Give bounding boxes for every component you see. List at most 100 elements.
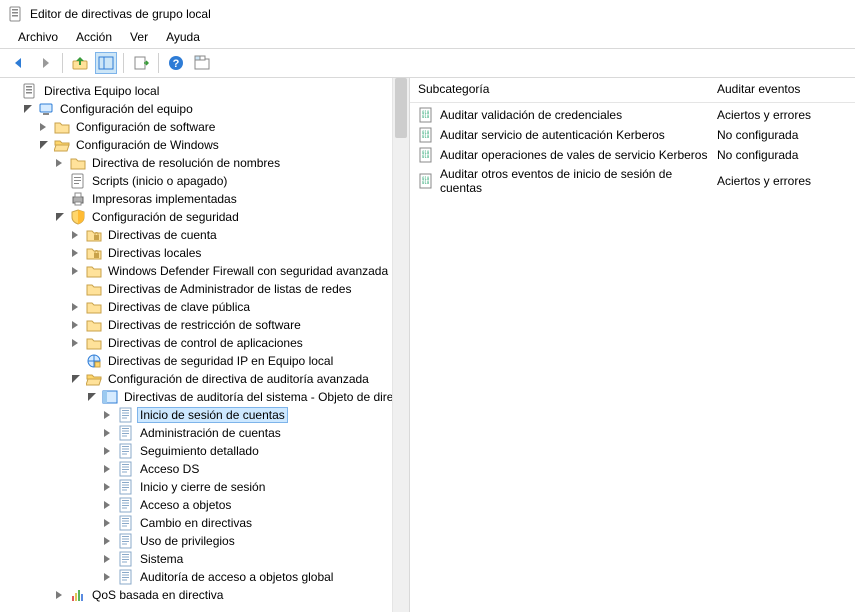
app-icon	[8, 6, 24, 22]
expand-icon[interactable]	[102, 535, 114, 547]
tree-item[interactable]: Directivas de control de aplicaciones	[106, 336, 305, 350]
sheet-icon	[118, 551, 134, 567]
tree-item[interactable]: Sistema	[138, 552, 185, 566]
folder-open-icon	[86, 371, 102, 387]
collapse-icon[interactable]	[86, 391, 98, 403]
back-button[interactable]	[8, 52, 30, 74]
folder-icon	[86, 317, 102, 333]
sheet-icon	[118, 515, 134, 531]
list-item[interactable]: Auditar validación de credenciales Acier…	[418, 105, 847, 125]
tree-item[interactable]: Seguimiento detallado	[138, 444, 261, 458]
tree-item[interactable]: Directiva de resolución de nombres	[90, 156, 282, 170]
expand-icon[interactable]	[102, 409, 114, 421]
tree-item[interactable]: QoS basada en directiva	[90, 588, 225, 602]
expand-icon[interactable]	[102, 481, 114, 493]
menu-ayuda[interactable]: Ayuda	[158, 28, 208, 46]
collapse-icon[interactable]	[54, 211, 66, 223]
column-audit-events[interactable]: Auditar eventos	[717, 82, 847, 96]
forward-button[interactable]	[34, 52, 56, 74]
details-pane: Subcategoría Auditar eventos Auditar val…	[410, 78, 855, 612]
expand-icon[interactable]	[70, 301, 82, 313]
help-button[interactable]	[165, 52, 187, 74]
expand-icon[interactable]	[70, 229, 82, 241]
titlebar: Editor de directivas de grupo local	[0, 0, 855, 26]
up-button[interactable]	[69, 52, 91, 74]
column-subcategory[interactable]: Subcategoría	[418, 82, 717, 96]
tree-item[interactable]: Directivas de Administrador de listas de…	[106, 282, 353, 296]
collapse-icon[interactable]	[38, 139, 50, 151]
menu-ver[interactable]: Ver	[122, 28, 156, 46]
scrollbar-thumb[interactable]	[395, 78, 407, 138]
tree-item[interactable]: Windows Defender Firewall con seguridad …	[106, 264, 390, 278]
policy-icon	[418, 107, 434, 123]
tree-root[interactable]: Directiva Equipo local	[42, 84, 161, 98]
tree-item[interactable]: Inicio y cierre de sesión	[138, 480, 267, 494]
expand-icon[interactable]	[54, 157, 66, 169]
export-button[interactable]	[130, 52, 152, 74]
list-item[interactable]: Auditar operaciones de vales de servicio…	[418, 145, 847, 165]
tree-item[interactable]: Directivas de seguridad IP en Equipo loc…	[106, 354, 335, 368]
list-item[interactable]: Auditar servicio de autenticación Kerber…	[418, 125, 847, 145]
folder-open-icon	[54, 137, 70, 153]
shield-icon	[70, 209, 86, 225]
tree-item[interactable]: Uso de privilegios	[138, 534, 237, 548]
folder-icon	[70, 155, 86, 171]
collapse-icon[interactable]	[70, 373, 82, 385]
tree-item[interactable]: Auditoría de acceso a objetos global	[138, 570, 335, 584]
sheet-icon	[118, 461, 134, 477]
sheet-icon	[118, 497, 134, 513]
printer-icon	[70, 191, 86, 207]
expand-icon[interactable]	[70, 319, 82, 331]
policy-icon	[418, 173, 434, 189]
tree-item[interactable]: Directivas de clave pública	[106, 300, 252, 314]
menu-archivo[interactable]: Archivo	[10, 28, 66, 46]
expand-icon[interactable]	[102, 463, 114, 475]
toolbar-separator	[62, 53, 63, 73]
tree-item[interactable]: Impresoras implementadas	[90, 192, 239, 206]
expand-icon[interactable]	[102, 553, 114, 565]
tree-scroll[interactable]: Directiva Equipo local Configuración del…	[0, 78, 392, 612]
tree-item-selected[interactable]: Inicio de sesión de cuentas	[138, 408, 287, 422]
policy-icon	[418, 127, 434, 143]
tree-item[interactable]: Configuración del equipo	[58, 102, 195, 116]
tree-item[interactable]: Configuración de software	[74, 120, 217, 134]
expand-icon[interactable]	[38, 121, 50, 133]
policy-name: Auditar servicio de autenticación Kerber…	[440, 128, 665, 142]
tree-item[interactable]: Administración de cuentas	[138, 426, 283, 440]
tree-item[interactable]: Configuración de seguridad	[90, 210, 241, 224]
menubar: Archivo Acción Ver Ayuda	[0, 26, 855, 49]
window-title: Editor de directivas de grupo local	[30, 7, 211, 21]
vertical-scrollbar[interactable]	[392, 78, 409, 612]
tree-item[interactable]: Directivas de auditoría del sistema - Ob…	[122, 390, 392, 404]
tree-item[interactable]: Acceso DS	[138, 462, 201, 476]
collapse-icon[interactable]	[22, 103, 34, 115]
policy-value: Aciertos y errores	[717, 108, 847, 122]
expand-icon[interactable]	[102, 499, 114, 511]
policy-value: No configurada	[717, 148, 847, 162]
expand-icon[interactable]	[70, 247, 82, 259]
expand-icon[interactable]	[70, 265, 82, 277]
expand-icon[interactable]	[54, 589, 66, 601]
policy-name: Auditar otros eventos de inicio de sesió…	[440, 167, 711, 195]
tree-item[interactable]: Acceso a objetos	[138, 498, 233, 512]
tree-item[interactable]: Directivas de cuenta	[106, 228, 219, 242]
policy-list: Auditar validación de credenciales Acier…	[410, 103, 855, 199]
sheet-icon	[118, 479, 134, 495]
body: Directiva Equipo local Configuración del…	[0, 78, 855, 612]
show-tree-button[interactable]	[95, 52, 117, 74]
expand-icon[interactable]	[70, 337, 82, 349]
expand-icon[interactable]	[102, 517, 114, 529]
tree-item[interactable]: Cambio en directivas	[138, 516, 254, 530]
tree-item[interactable]: Directivas locales	[106, 246, 203, 260]
column-headers[interactable]: Subcategoría Auditar eventos	[410, 78, 855, 103]
tree-item[interactable]: Configuración de Windows	[74, 138, 221, 152]
menu-accion[interactable]: Acción	[68, 28, 120, 46]
tree-item[interactable]: Directivas de restricción de software	[106, 318, 303, 332]
expand-icon[interactable]	[102, 427, 114, 439]
expand-icon[interactable]	[102, 571, 114, 583]
list-item[interactable]: Auditar otros eventos de inicio de sesió…	[418, 165, 847, 197]
view-tabs-button[interactable]	[191, 52, 213, 74]
expand-icon[interactable]	[102, 445, 114, 457]
tree-item[interactable]: Configuración de directiva de auditoría …	[106, 372, 371, 386]
tree-item[interactable]: Scripts (inicio o apagado)	[90, 174, 229, 188]
